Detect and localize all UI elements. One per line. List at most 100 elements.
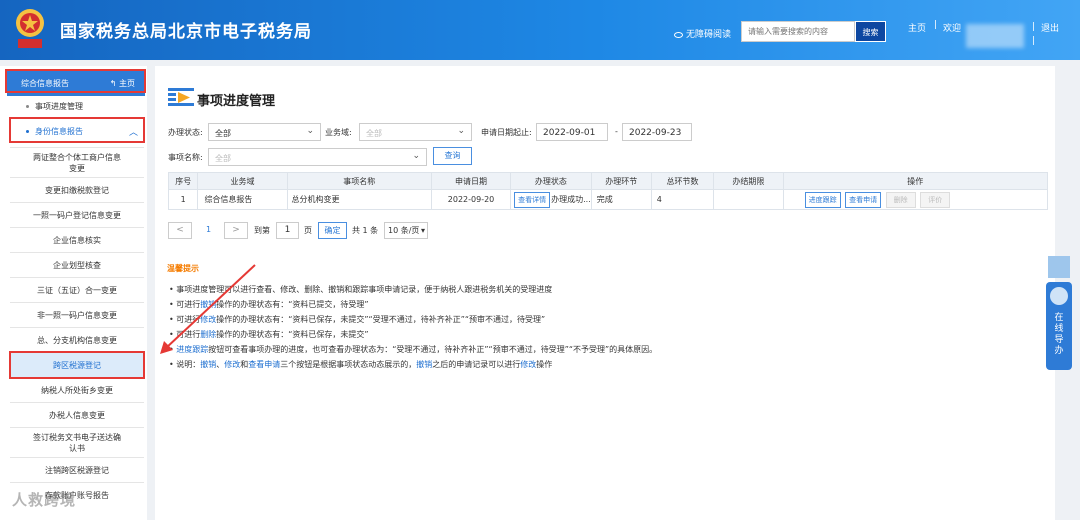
sub-item[interactable]: 总、分支机构信息变更 bbox=[10, 327, 144, 352]
nav-separator: | | bbox=[1032, 20, 1035, 48]
tip-text: 可进行 bbox=[176, 330, 201, 339]
sub-item[interactable]: 纳税人所处街乡变更 bbox=[10, 377, 144, 402]
cell-no: 1 bbox=[167, 189, 199, 210]
tip-text: 操作的办理状态有：“资料已提交，待受理” bbox=[216, 300, 369, 309]
date-from-input[interactable]: 2022-09-01 bbox=[536, 123, 608, 141]
evaluate-button[interactable]: 评价 bbox=[920, 191, 951, 208]
sub-item[interactable]: 企业信息核实 bbox=[10, 227, 144, 252]
date-to-input[interactable]: 2022-09-23 bbox=[622, 123, 692, 141]
item-name-label: 事项名称: bbox=[168, 153, 203, 162]
progress-management-icon bbox=[168, 88, 194, 106]
current-page[interactable]: 1 bbox=[206, 225, 211, 234]
sub-item[interactable]: 两证整合个体工商户信息变更 bbox=[10, 147, 144, 177]
tip-keyword: 修改 bbox=[224, 360, 241, 369]
col-header: 申请日期 bbox=[430, 172, 512, 190]
bullet-icon bbox=[26, 104, 29, 108]
status-select[interactable]: 全部 ⌄ bbox=[208, 123, 321, 141]
cell-step: 完成 bbox=[590, 189, 652, 210]
next-page-button[interactable]: > bbox=[224, 222, 248, 239]
cell-domain: 综合信息报告 bbox=[197, 189, 288, 210]
sub-item[interactable]: 办税人信息变更 bbox=[10, 402, 144, 427]
progress-table: 序号 业务域 事项名称 申请日期 办理状态 办理环节 总环节数 办结期限 操作 … bbox=[167, 172, 1049, 210]
sub-item[interactable]: 企业划型核查 bbox=[10, 252, 144, 277]
sub-item[interactable]: 变更扣缴税款登记 bbox=[10, 177, 144, 202]
cell-name: 总分机构变更 bbox=[286, 189, 432, 210]
tip-keyword: 进度跟踪 bbox=[176, 345, 209, 354]
col-header: 总环节数 bbox=[650, 172, 715, 190]
date-range-label: 申请日期起止: bbox=[481, 128, 532, 137]
item-name-select[interactable]: 全部 ⌄ bbox=[208, 148, 427, 166]
table-row: 1 综合信息报告 总分机构变更 2022-09-20 查看详情 办理成功... 完… bbox=[167, 189, 1049, 210]
search-button[interactable]: 搜索 bbox=[855, 21, 886, 42]
user-service-icon[interactable] bbox=[1048, 256, 1070, 278]
search-input[interactable] bbox=[741, 21, 855, 42]
domain-select[interactable]: 全部 ⌄ bbox=[359, 123, 472, 141]
site-title: 国家税务总局北京市电子税务局 bbox=[60, 22, 312, 42]
chevron-down-icon: ⌄ bbox=[457, 126, 465, 136]
view-application-button[interactable]: 查看申请 bbox=[845, 191, 882, 208]
delete-button[interactable]: 删除 bbox=[885, 191, 916, 208]
sidebar-item-progress[interactable]: 事项进度管理 bbox=[10, 101, 144, 112]
page-unit-label: 页 bbox=[304, 226, 312, 235]
status-label: 办理状态: bbox=[168, 128, 203, 137]
sub-item[interactable]: 注销跨区税源登记 bbox=[10, 457, 144, 482]
welcome-text: 欢迎 bbox=[943, 24, 962, 34]
tip-text: 操作的办理状态有：“资料已保存，未提交” bbox=[216, 330, 369, 339]
dropdown-icon: ▾ bbox=[420, 226, 425, 235]
tip-keyword: 撤销 bbox=[200, 300, 217, 309]
tip-line: • 说明：撤销、修改和查看申请三个按钮是根据事项状态动态展示的，撤销之后的申请记… bbox=[169, 360, 553, 369]
cell-actions: 进度跟踪 查看申请 删除 评价 bbox=[782, 189, 1049, 210]
tip-text: 按钮可查看事项办理的进度，也可查看办理状态为：“受理不通过，待补齐补正”“预审不… bbox=[208, 345, 658, 354]
goto-label: 到第 bbox=[254, 226, 270, 235]
view-detail-button[interactable]: 查看详情 bbox=[514, 191, 551, 208]
tip-text: 说明： bbox=[176, 360, 201, 369]
logout-link[interactable]: 退出 bbox=[1041, 21, 1059, 34]
tip-keyword: 修改 bbox=[200, 315, 217, 324]
nav-separator: | bbox=[934, 20, 938, 30]
sub-item[interactable]: 非一照一码户信息变更 bbox=[10, 302, 144, 327]
col-header: 操作 bbox=[782, 172, 1049, 190]
cell-status: 查看详情 办理成功... bbox=[510, 189, 592, 210]
tip-line: • 可进行修改操作的办理状态有：“资料已保存，未提交”“受理不通过，待补齐补正”… bbox=[169, 315, 546, 324]
prev-page-button[interactable]: < bbox=[168, 222, 192, 239]
tip-text: 之后的申请记录可以进行 bbox=[432, 360, 521, 369]
domain-label: 业务域: bbox=[325, 128, 352, 137]
col-header: 业务域 bbox=[197, 172, 288, 190]
sub-item[interactable]: 三证（五证）合一变更 bbox=[10, 277, 144, 302]
tip-keyword: 查看申请 bbox=[248, 360, 281, 369]
tip-keyword: 修改 bbox=[520, 360, 537, 369]
sidebar-item-label: 事项进度管理 bbox=[35, 102, 83, 111]
page-number-input[interactable]: 1 bbox=[276, 222, 299, 239]
cell-total-steps: 4 bbox=[650, 189, 715, 210]
tip-keyword: 删除 bbox=[200, 330, 217, 339]
watermark-text: 人救跨境 bbox=[12, 491, 77, 509]
accessibility-label: 无障碍阅读 bbox=[686, 30, 732, 40]
sub-item[interactable]: 一照一码户登记信息变更 bbox=[10, 202, 144, 227]
online-guide-label: 在线导办 bbox=[1054, 313, 1064, 356]
tips-title: 温馨提示 bbox=[167, 264, 199, 273]
tip-text: 可进行 bbox=[176, 315, 201, 324]
tip-line: • 事项进度管理可以进行查看、修改、删除、撤销和跟踪事项申请记录，便于纳税人跟进… bbox=[169, 285, 553, 294]
accessibility-mode-link[interactable]: 无障碍阅读 bbox=[674, 27, 731, 40]
page-size-select[interactable]: 10 条/页 ▾ bbox=[384, 222, 428, 239]
online-guide-button[interactable]: 在线导办 bbox=[1046, 282, 1072, 370]
tip-line: • 进度跟踪按钮可查看事项办理的进度，也可查看办理状态为：“受理不通过，待补齐补… bbox=[169, 345, 658, 354]
page-title: 事项进度管理 bbox=[197, 94, 276, 109]
tax-emblem-logo bbox=[16, 9, 44, 48]
blurred-username bbox=[966, 24, 1024, 48]
query-button[interactable]: 查询 bbox=[433, 147, 472, 165]
col-header: 办理状态 bbox=[510, 172, 592, 190]
tip-text: 操作的办理状态有：“资料已保存，未提交”“受理不通过，待补齐补正”“预审不通过，… bbox=[216, 315, 546, 324]
tip-text: 操作 bbox=[536, 360, 553, 369]
chevron-down-icon: ⌄ bbox=[306, 126, 314, 136]
status-text: 办理成功... bbox=[551, 194, 591, 204]
home-link[interactable]: 主页 bbox=[908, 21, 926, 34]
top-header: 国家税务总局北京市电子税务局 无障碍阅读 搜索 主页 | 欢迎 || 退出 bbox=[0, 0, 1080, 60]
tip-line: • 可进行删除操作的办理状态有：“资料已保存，未提交” bbox=[169, 330, 369, 339]
highlight-box bbox=[9, 351, 145, 379]
track-progress-button[interactable]: 进度跟踪 bbox=[804, 191, 841, 208]
sub-item[interactable]: 签订税务文书电子送达确认书 bbox=[10, 427, 144, 457]
confirm-page-button[interactable]: 确定 bbox=[318, 222, 347, 239]
tip-text: 可进行 bbox=[176, 300, 201, 309]
tip-keyword: 撤销 bbox=[416, 360, 433, 369]
